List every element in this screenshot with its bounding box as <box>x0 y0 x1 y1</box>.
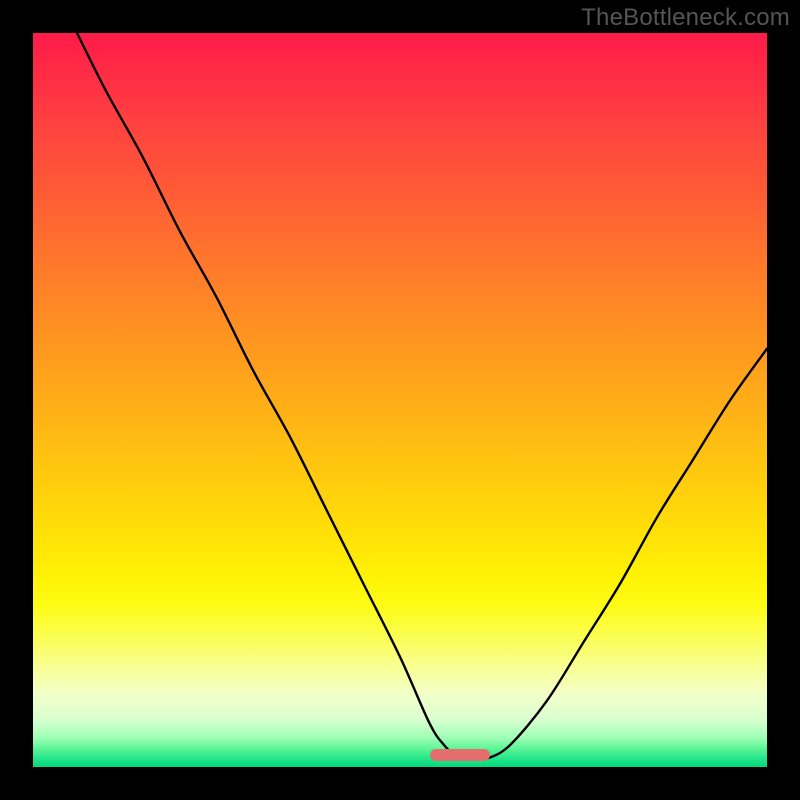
watermark-label: TheBottleneck.com <box>581 4 790 32</box>
bottleneck-curve <box>77 33 767 760</box>
chart-frame: TheBottleneck.com <box>0 0 800 800</box>
plot-area <box>33 33 767 767</box>
curve-svg <box>33 33 767 767</box>
optimal-marker <box>430 749 490 761</box>
